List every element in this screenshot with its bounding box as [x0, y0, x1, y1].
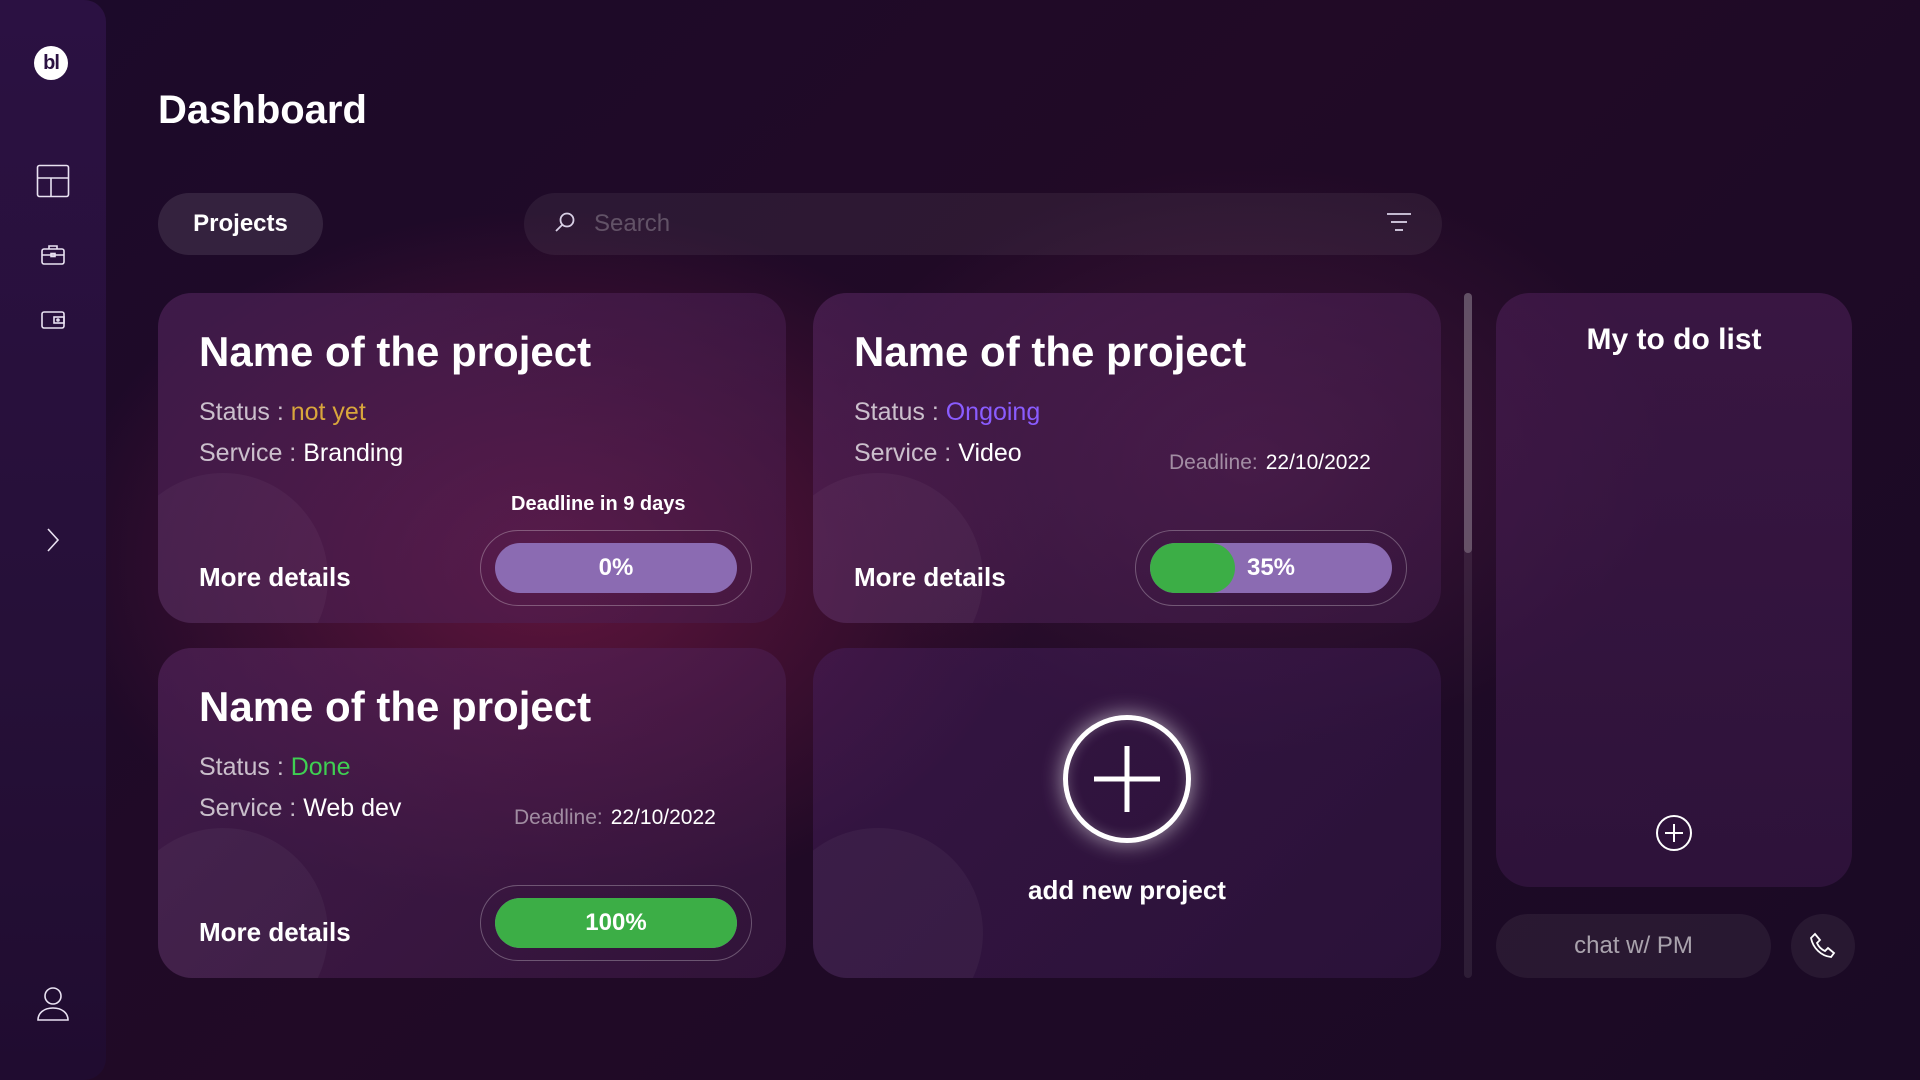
- progress-track: 100%: [495, 898, 737, 948]
- deadline: Deadline: 22/10/2022: [514, 806, 716, 830]
- more-details-link[interactable]: More details: [199, 562, 351, 593]
- scrollbar[interactable]: [1464, 293, 1472, 978]
- service-value: Web dev: [303, 794, 402, 822]
- service-label: Service :: [854, 439, 952, 467]
- status-label: Status :: [199, 753, 284, 781]
- deadline-date: 22/10/2022: [610, 806, 716, 829]
- progress-bar: 0%: [480, 530, 752, 606]
- tab-projects[interactable]: Projects: [158, 193, 323, 255]
- progress-label: 100%: [585, 909, 647, 936]
- service-line: Service : Web dev: [199, 794, 401, 823]
- status-line: Status : not yet: [199, 398, 366, 427]
- scrollbar-thumb[interactable]: [1464, 293, 1472, 553]
- service-value: Branding: [303, 439, 404, 467]
- add-project-card[interactable]: add new project: [813, 648, 1441, 978]
- todo-title: My to do list: [1586, 323, 1762, 356]
- search-bar: [524, 193, 1442, 255]
- service-label: Service :: [199, 794, 297, 822]
- app-logo[interactable]: bl: [34, 46, 68, 80]
- progress-label: 35%: [1246, 554, 1296, 581]
- status-line: Status : Ongoing: [854, 398, 1040, 427]
- project-title: Name of the project: [199, 683, 592, 730]
- status-label: Status :: [854, 398, 939, 426]
- sidebar: bl: [0, 0, 106, 1080]
- project-title: Name of the project: [854, 328, 1247, 375]
- briefcase-icon[interactable]: [0, 244, 106, 266]
- more-details-link[interactable]: More details: [854, 562, 1006, 593]
- deadline-label: Deadline:: [1169, 451, 1258, 474]
- progress-label: 0%: [598, 554, 634, 581]
- add-project-plus-icon[interactable]: [1063, 715, 1191, 843]
- service-line: Service : Branding: [199, 439, 403, 468]
- deadline-countdown: Deadline in 9 days: [511, 493, 686, 515]
- service-line: Service : Video: [854, 439, 1022, 468]
- project-card: Name of the project Status : not yet Ser…: [158, 293, 786, 623]
- search-input[interactable]: [594, 210, 1386, 238]
- project-title: Name of the project: [199, 328, 592, 375]
- status-value: Ongoing: [945, 398, 1041, 426]
- project-card: Name of the project Status : Done Servic…: [158, 648, 786, 978]
- call-button[interactable]: [1791, 914, 1855, 978]
- project-card: Name of the project Status : Ongoing Ser…: [813, 293, 1441, 623]
- deadline-label: Deadline:: [514, 806, 603, 829]
- status-value: Done: [290, 753, 351, 781]
- deadline-date: 22/10/2022: [1265, 451, 1371, 474]
- service-label: Service :: [199, 439, 297, 467]
- layout-icon[interactable]: [0, 164, 106, 198]
- progress-track: 35%: [1150, 543, 1392, 593]
- progress-bar: 35%: [1135, 530, 1407, 606]
- todo-panel: My to do list: [1496, 293, 1852, 887]
- chevron-right-icon[interactable]: [0, 526, 106, 554]
- more-details-link[interactable]: More details: [199, 917, 351, 948]
- progress-track: 0%: [495, 543, 737, 593]
- progress-bar: 100%: [480, 885, 752, 961]
- status-value: not yet: [290, 398, 366, 426]
- status-line: Status : Done: [199, 753, 350, 782]
- chat-pm-button[interactable]: chat w/ PM: [1496, 914, 1771, 978]
- add-todo-icon[interactable]: [1656, 815, 1692, 851]
- page-title: Dashboard: [158, 88, 367, 132]
- wallet-icon[interactable]: [0, 310, 106, 330]
- user-icon[interactable]: [0, 986, 106, 1022]
- phone-icon: [1810, 932, 1836, 958]
- filter-icon[interactable]: [1386, 212, 1412, 237]
- search-icon: [554, 211, 576, 238]
- status-label: Status :: [199, 398, 284, 426]
- deadline: Deadline: 22/10/2022: [1169, 451, 1371, 475]
- add-project-label[interactable]: add new project: [813, 875, 1441, 906]
- service-value: Video: [958, 439, 1022, 467]
